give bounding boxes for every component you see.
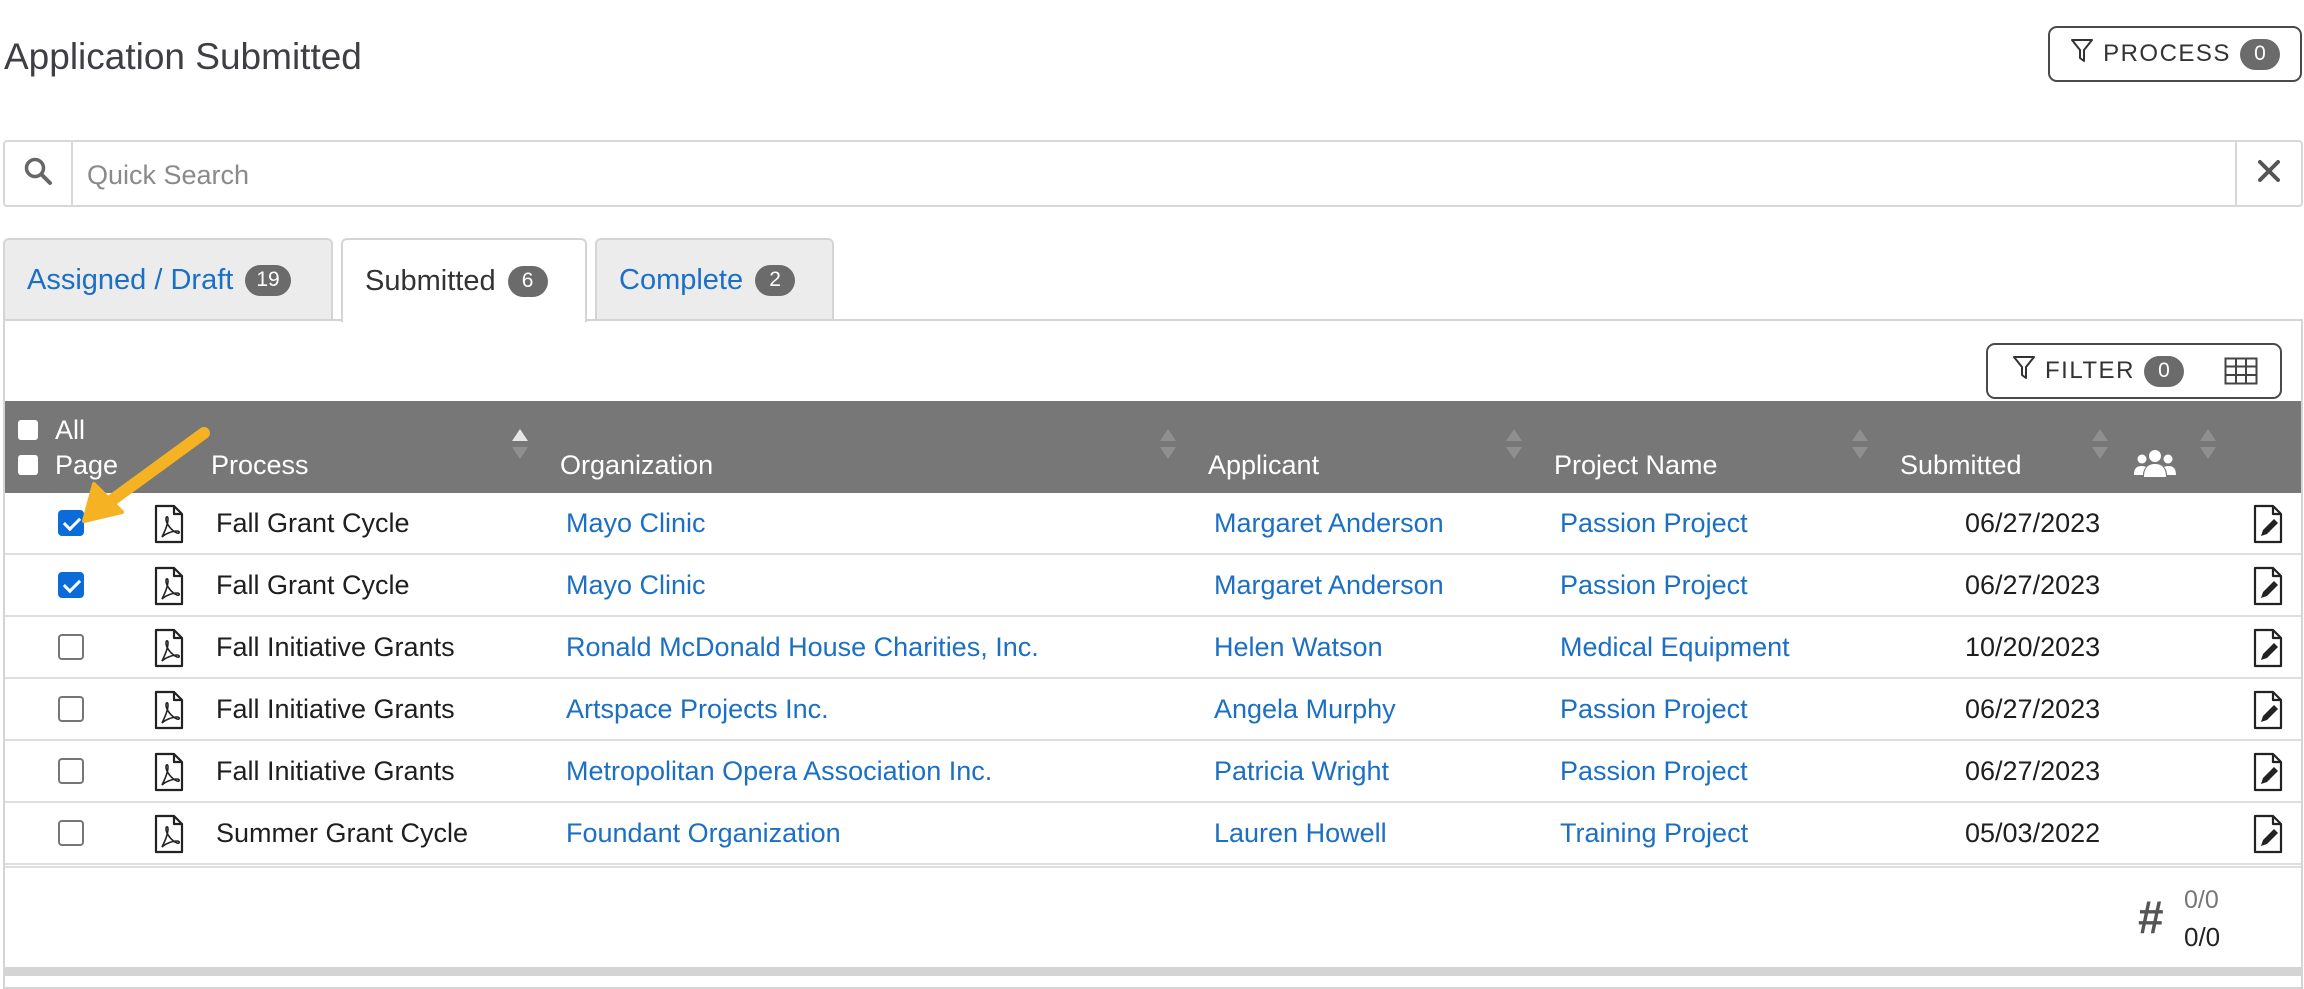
table-row[interactable]: Fall Grant Cycle Mayo Clinic Margaret Ande… — [5, 493, 2301, 555]
cell-applicant-link[interactable]: Patricia Wright — [1214, 756, 1389, 787]
column-header-applicant[interactable]: Applicant — [1208, 450, 1319, 481]
row-checkbox[interactable] — [58, 572, 84, 598]
cell-project-link[interactable]: Passion Project — [1560, 508, 1748, 539]
sort-icon[interactable] — [510, 427, 530, 466]
tab-assigned-draft[interactable]: Assigned / Draft 19 — [3, 238, 333, 320]
table-row[interactable]: Summer Grant Cycle Foundant Organization L… — [5, 803, 2301, 865]
cell-submitted-date: 10/20/2023 — [1965, 632, 2101, 662]
cell-organization-link[interactable]: Foundant Organization — [566, 818, 841, 849]
divider — [5, 866, 2301, 868]
tab-count-badge: 6 — [507, 265, 548, 297]
column-header-submitted[interactable]: Submitted — [1900, 450, 2022, 481]
tab-label: Complete — [619, 263, 744, 296]
row-checkbox[interactable] — [58, 820, 84, 846]
cell-organization-link[interactable]: Artspace Projects Inc. — [566, 694, 829, 725]
search-icon — [23, 156, 53, 191]
cell-submitted-date: 05/03/2022 — [1965, 818, 2101, 848]
cell-organization-link[interactable]: Metropolitan Opera Association Inc. — [566, 756, 992, 787]
select-page-checkbox[interactable] — [18, 455, 38, 475]
column-header-organization[interactable]: Organization — [560, 450, 713, 481]
cell-submitted-date: 06/27/2023 — [1965, 508, 2101, 538]
cell-process: Fall Grant Cycle — [216, 508, 410, 538]
table-row[interactable]: Fall Grant Cycle Mayo Clinic Margaret Ande… — [5, 555, 2301, 617]
table-row[interactable]: Fall Initiative Grants Ronald McDonald Ho… — [5, 617, 2301, 679]
pdf-file-icon[interactable] — [153, 690, 185, 735]
row-checkbox[interactable] — [58, 696, 84, 722]
process-count-badge: 0 — [2239, 38, 2280, 70]
edit-document-icon[interactable] — [2252, 752, 2284, 797]
tab-submitted[interactable]: Submitted 6 — [341, 238, 587, 322]
search-input[interactable] — [85, 152, 2189, 198]
cell-process: Fall Initiative Grants — [216, 756, 455, 786]
sort-icon[interactable] — [2198, 427, 2218, 466]
filter-count-badge: 0 — [2143, 355, 2184, 387]
column-header-project-name[interactable]: Project Name — [1554, 450, 1718, 481]
row-checkbox[interactable] — [58, 758, 84, 784]
tab-count-badge: 19 — [245, 264, 291, 296]
cell-organization-link[interactable]: Mayo Clinic — [566, 508, 706, 539]
cell-applicant-link[interactable]: Helen Watson — [1214, 632, 1383, 663]
process-filter-label: PROCESS — [2103, 40, 2231, 67]
panel-bottom-border — [3, 967, 2303, 976]
close-icon — [2256, 158, 2282, 189]
search-button[interactable] — [5, 142, 73, 205]
sort-icon[interactable] — [1158, 427, 1178, 466]
cell-submitted-date: 06/27/2023 — [1965, 694, 2101, 724]
table-row[interactable]: Fall Initiative Grants Artspace Projects … — [5, 679, 2301, 741]
cell-process: Summer Grant Cycle — [216, 818, 469, 848]
funnel-icon — [2012, 355, 2036, 388]
cell-project-link[interactable]: Passion Project — [1560, 756, 1748, 787]
search-bar — [3, 140, 2303, 207]
row-checkbox[interactable] — [58, 634, 84, 660]
filter-label: FILTER — [2045, 357, 2135, 384]
table-header: All Page Process Organization Applicant … — [5, 401, 2301, 493]
annotation-arrow — [82, 427, 210, 523]
sort-icon[interactable] — [2090, 427, 2110, 466]
edit-document-icon[interactable] — [2252, 814, 2284, 859]
cell-submitted-date: 06/27/2023 — [1965, 756, 2101, 786]
select-all-checkbox[interactable] — [18, 420, 38, 440]
cell-process: Fall Initiative Grants — [216, 694, 455, 724]
cell-applicant-link[interactable]: Lauren Howell — [1214, 818, 1387, 849]
edit-document-icon[interactable] — [2252, 504, 2284, 549]
pdf-file-icon[interactable] — [153, 628, 185, 673]
pdf-file-icon[interactable] — [153, 814, 185, 859]
cell-project-link[interactable]: Passion Project — [1560, 694, 1748, 725]
tab-complete[interactable]: Complete 2 — [595, 238, 834, 320]
users-icon — [2133, 448, 2177, 483]
cell-applicant-link[interactable]: Angela Murphy — [1214, 694, 1396, 725]
tab-count-badge: 2 — [755, 264, 796, 296]
edit-document-icon[interactable] — [2252, 690, 2284, 735]
edit-document-icon[interactable] — [2252, 628, 2284, 673]
pdf-file-icon[interactable] — [153, 752, 185, 797]
cell-organization-link[interactable]: Ronald McDonald House Charities, Inc. — [566, 632, 1039, 663]
process-filter-button[interactable]: PROCESS 0 — [2048, 26, 2302, 82]
cell-process: Fall Grant Cycle — [216, 570, 410, 600]
cell-applicant-link[interactable]: Margaret Anderson — [1214, 508, 1444, 539]
clear-search-button[interactable] — [2235, 142, 2301, 205]
column-header-process[interactable]: Process — [211, 450, 309, 481]
tab-label: Submitted — [365, 264, 496, 297]
record-count-top: 0/0 — [2184, 886, 2219, 914]
funnel-icon — [2070, 38, 2094, 71]
record-count-icon: # — [2138, 891, 2164, 943]
table-row[interactable]: Fall Initiative Grants Metropolitan Opera… — [5, 741, 2301, 803]
record-count-bottom: 0/0 — [2184, 922, 2221, 952]
sort-icon[interactable] — [1504, 427, 1524, 466]
cell-process: Fall Initiative Grants — [216, 632, 455, 662]
tab-label: Assigned / Draft — [27, 263, 234, 296]
page-title: Application Submitted — [4, 36, 362, 77]
cell-submitted-date: 06/27/2023 — [1965, 570, 2101, 600]
cell-project-link[interactable]: Passion Project — [1560, 570, 1748, 601]
filter-button[interactable]: FILTER 0 — [1986, 343, 2282, 399]
cell-organization-link[interactable]: Mayo Clinic — [566, 570, 706, 601]
pdf-file-icon[interactable] — [153, 566, 185, 611]
cell-applicant-link[interactable]: Margaret Anderson — [1214, 570, 1444, 601]
table-grid-icon[interactable] — [2224, 357, 2258, 392]
cell-project-link[interactable]: Training Project — [1560, 818, 1748, 849]
edit-document-icon[interactable] — [2252, 566, 2284, 611]
sort-icon[interactable] — [1850, 427, 1870, 466]
cell-project-link[interactable]: Medical Equipment — [1560, 632, 1790, 663]
